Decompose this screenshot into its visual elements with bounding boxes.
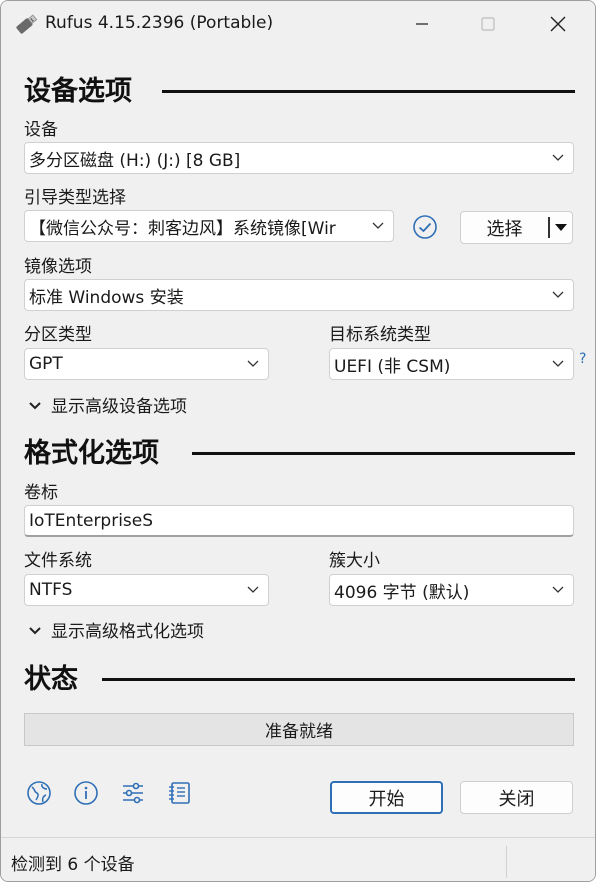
info-icon[interactable] xyxy=(72,779,100,807)
boot-selection-label: 引导类型选择 xyxy=(24,188,126,208)
select-image-label[interactable]: 选择 xyxy=(461,212,548,243)
checksum-check-icon[interactable] xyxy=(412,214,438,244)
target-system-select[interactable]: UEFI (非 CSM) xyxy=(329,348,574,380)
cluster-size-value: 4096 字节 (默认) xyxy=(334,582,470,603)
boot-selection-value: 【微信公众号：刺客边风】系统镜像[Wir xyxy=(29,218,336,239)
start-button[interactable]: 开始 xyxy=(330,781,443,814)
chevron-down-icon xyxy=(238,349,268,379)
file-system-select[interactable]: NTFS xyxy=(24,574,269,606)
chevron-down-icon xyxy=(543,280,573,310)
globe-icon[interactable] xyxy=(25,779,53,807)
maximize-button[interactable] xyxy=(453,1,523,47)
title-bar: Rufus 4.15.2396 (Portable) xyxy=(1,1,595,47)
device-select[interactable]: 多分区磁盘 (H:) (J:) [8 GB] xyxy=(24,142,574,174)
minimize-button[interactable] xyxy=(387,1,457,47)
partition-scheme-value: GPT xyxy=(29,354,63,374)
section-divider xyxy=(162,90,575,93)
status-text: 准备就绪 xyxy=(265,722,333,742)
partition-scheme-select[interactable]: GPT xyxy=(24,348,269,380)
main-content: 设备选项 设备 多分区磁盘 (H:) (J:) [8 GB] 引导类型选择 【微… xyxy=(1,47,595,837)
image-option-value: 标准 Windows 安装 xyxy=(29,287,184,308)
format-options-title: 格式化选项 xyxy=(24,438,159,469)
chevron-down-icon xyxy=(29,395,41,415)
close-button[interactable]: 关闭 xyxy=(460,781,573,814)
advanced-format-options-label: 显示高级格式化选项 xyxy=(51,622,204,642)
device-options-title: 设备选项 xyxy=(24,76,132,107)
chevron-down-icon xyxy=(543,143,573,173)
select-image-button[interactable]: 选择 xyxy=(460,211,573,244)
footer-divider xyxy=(506,846,507,878)
section-divider xyxy=(102,678,575,681)
chevron-down-icon xyxy=(363,211,393,241)
chevron-down-icon xyxy=(543,349,573,379)
target-system-label: 目标系统类型 xyxy=(329,325,431,345)
partition-scheme-label: 分区类型 xyxy=(24,325,92,345)
target-system-help[interactable]: ? xyxy=(579,351,586,367)
rufus-window: Rufus 4.15.2396 (Portable) 设备选项 设备 多分区磁盘… xyxy=(0,0,596,882)
status-title: 状态 xyxy=(24,664,78,695)
log-icon[interactable] xyxy=(166,779,194,807)
file-system-value: NTFS xyxy=(29,580,73,600)
show-advanced-format-options[interactable]: 显示高级格式化选项 xyxy=(29,617,204,642)
volume-label-label: 卷标 xyxy=(24,483,58,503)
show-advanced-device-options[interactable]: 显示高级设备选项 xyxy=(29,392,187,417)
chevron-down-icon xyxy=(543,575,573,605)
settings-sliders-icon[interactable] xyxy=(119,779,147,807)
device-select-value: 多分区磁盘 (H:) (J:) [8 GB] xyxy=(29,150,241,171)
maximize-icon xyxy=(481,17,495,31)
chevron-down-icon xyxy=(238,575,268,605)
status-progress-bar: 准备就绪 xyxy=(24,713,574,746)
close-icon xyxy=(550,16,566,32)
image-option-select[interactable]: 标准 Windows 安装 xyxy=(24,279,574,311)
close-window-button[interactable] xyxy=(523,1,593,47)
minimize-icon xyxy=(416,23,428,25)
target-system-value: UEFI (非 CSM) xyxy=(334,356,451,377)
advanced-device-options-label: 显示高级设备选项 xyxy=(51,397,187,417)
footer-status-bar: 检测到 6 个设备 xyxy=(1,837,595,881)
usb-drive-icon xyxy=(13,11,39,37)
device-label: 设备 xyxy=(24,120,58,140)
file-system-label: 文件系统 xyxy=(24,551,92,571)
cluster-size-label: 簇大小 xyxy=(329,551,380,571)
dropdown-arrow-icon[interactable] xyxy=(550,212,572,243)
boot-selection-select[interactable]: 【微信公众号：刺客边风】系统镜像[Wir xyxy=(24,210,394,242)
section-divider xyxy=(192,452,575,455)
volume-label-input[interactable]: IoTEnterpriseS xyxy=(24,505,574,537)
detected-devices-text: 检测到 6 个设备 xyxy=(11,855,135,875)
image-option-label: 镜像选项 xyxy=(24,257,92,277)
chevron-down-icon xyxy=(29,620,41,640)
cluster-size-select[interactable]: 4096 字节 (默认) xyxy=(329,574,574,606)
window-title: Rufus 4.15.2396 (Portable) xyxy=(45,13,274,33)
